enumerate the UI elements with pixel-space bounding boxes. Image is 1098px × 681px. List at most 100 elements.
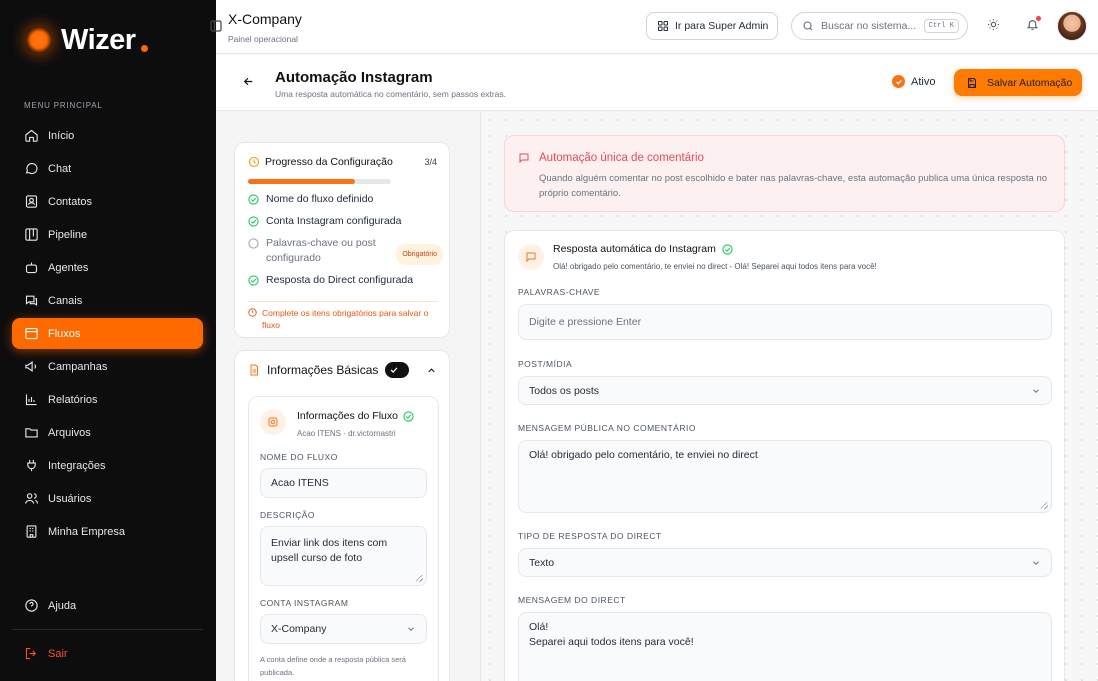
sidebar-item-fluxos[interactable]: Fluxos [12, 318, 203, 349]
checklist-label: Nome do fluxo definido [266, 193, 374, 205]
resize-handle[interactable] [1041, 502, 1048, 509]
progress-bar-fill [248, 179, 356, 184]
description-field[interactable]: Enviar link dos itens com upsell curso d… [260, 526, 427, 586]
check-circle-icon [722, 243, 733, 255]
back-arrow-icon[interactable] [242, 75, 255, 88]
sidebar-item-contatos[interactable]: Contatos [12, 186, 203, 217]
check-circle-icon [403, 410, 414, 422]
user-avatar[interactable] [1057, 11, 1087, 41]
sidebar-bottom: Ajuda [12, 590, 203, 623]
status-label: Ativo [911, 75, 936, 88]
super-admin-label: Ir para Super Admin [675, 20, 769, 32]
chevron-up-icon[interactable] [426, 365, 437, 376]
progress-title: Progresso da Configuração [265, 156, 393, 168]
sidebar-item-agentes[interactable]: Agentes [12, 252, 203, 283]
sidebar-toggle-icon[interactable] [210, 19, 222, 33]
sidebar-item-label: Canais [48, 294, 83, 307]
auto-response-title: Resposta automática do Instagram [553, 243, 733, 255]
search-placeholder: Buscar no sistema... [821, 20, 917, 32]
super-admin-button[interactable]: Ir para Super Admin [646, 12, 778, 40]
progress-card: Progresso da Configuração 3/4 Nome do fl… [234, 142, 450, 338]
checklist-item: Palavras-chave ou post configurado Obrig… [248, 236, 443, 266]
sidebar-item-label: Usuários [48, 492, 92, 505]
direct-type-select[interactable]: Texto [518, 548, 1052, 577]
direct-type-value: Texto [529, 556, 555, 569]
chevron-down-icon [1033, 560, 1039, 565]
basic-info-header[interactable]: Informações Básicas [248, 362, 410, 378]
direct-message-value: Olá! Separei aqui todos itens para você! [529, 621, 694, 648]
checklist: Nome do fluxo definido Conta Instagram c… [248, 192, 443, 295]
checklist-label: Resposta do Direct configurada [266, 274, 414, 286]
sidebar-item-campanhas[interactable]: Campanhas [12, 351, 203, 382]
wizer-logo[interactable]: Wizer [26, 22, 148, 58]
instagram-account-select[interactable]: X-Company [260, 614, 427, 644]
check-circle-icon [248, 216, 259, 227]
sidebar-item-label: Fluxos [48, 327, 81, 340]
page-title: Automação Instagram [275, 69, 433, 86]
plug-icon [27, 459, 36, 472]
page-subtitle: Uma resposta automática no comentário, s… [275, 89, 507, 99]
pipeline-icon [25, 228, 38, 241]
check-circle-icon [892, 75, 905, 88]
logout-button[interactable]: Sair [12, 638, 203, 669]
public-message-field[interactable]: Olá! obrigado pelo comentário, te enviei… [518, 440, 1052, 513]
chart-icon [25, 394, 37, 406]
save-automation-button[interactable]: Salvar Automação [954, 69, 1082, 96]
grid-icon [658, 21, 668, 31]
page-header: Automação Instagram Uma resposta automát… [216, 55, 1098, 111]
instagram-account-label: CONTA INSTAGRAM [260, 598, 349, 608]
logo-dot [140, 44, 148, 52]
instagram-account-hint: A conta define onde a resposta pública s… [260, 655, 406, 677]
keywords-input[interactable]: Digite e pressione Enter [518, 304, 1052, 340]
instagram-account-value: X-Company [271, 623, 327, 635]
sidebar-item-label: Contatos [48, 195, 93, 208]
logo-text: Wizer [61, 23, 136, 56]
sidebar-item-label: Minha Empresa [48, 525, 126, 538]
flow-name-value: Acao ITENS [271, 477, 329, 489]
sidebar-item-inicio[interactable]: Início [12, 120, 203, 151]
flow-info-subtitle: Acao ITENS - dr.victornastri [297, 429, 396, 438]
flow-name-field[interactable]: Acao ITENS [260, 468, 427, 498]
complete-check-icon [385, 362, 410, 378]
notification-dot [1036, 16, 1041, 21]
sidebar-item-usuarios[interactable]: Usuários [12, 483, 203, 514]
check-circle-icon [248, 194, 259, 205]
sidebar-item-label: Arquivos [48, 426, 91, 439]
sidebar-item-label: Ajuda [48, 599, 77, 612]
sidebar-item-ajuda[interactable]: Ajuda [12, 590, 203, 621]
alert-circle-icon [248, 308, 257, 317]
clock-icon [248, 156, 260, 168]
alert-title: Automação única de comentário [539, 152, 704, 164]
left-column: Progresso da Configuração 3/4 Nome do fl… [216, 112, 481, 681]
sidebar-item-minha-empresa[interactable]: Minha Empresa [12, 516, 203, 547]
required-badge: Obrigatório [396, 244, 443, 265]
sidebar-item-label: Agentes [48, 261, 89, 274]
sidebar-item-arquivos[interactable]: Arquivos [12, 417, 203, 448]
public-message-label: MENSAGEM PÚBLICA NO COMENTÁRIO [518, 423, 696, 433]
chat-icon [25, 163, 38, 175]
sidebar-logout-wrap: Sair [12, 638, 203, 671]
sidebar-item-label: Pipeline [48, 228, 88, 241]
document-icon [250, 364, 258, 376]
sidebar-item-pipeline[interactable]: Pipeline [12, 219, 203, 250]
channels-icon [25, 295, 38, 306]
post-media-select[interactable]: Todos os posts [518, 376, 1052, 405]
sun-icon[interactable] [987, 18, 1000, 31]
keywords-label: PALAVRAS-CHAVE [518, 287, 601, 297]
search-input[interactable]: Buscar no sistema... Ctrl K [791, 12, 968, 40]
sidebar-item-chat[interactable]: Chat [12, 153, 203, 184]
resize-handle[interactable] [416, 575, 423, 582]
direct-message-field[interactable]: Olá! Separei aqui todos itens para você! [518, 612, 1052, 681]
top-bar: X-Company Painel operacional Ir para Sup… [210, 0, 1098, 54]
message-square-icon [518, 244, 544, 270]
sidebar-item-relatorios[interactable]: Relatórios [12, 384, 203, 415]
checklist-label: Palavras-chave ou post configurado [266, 237, 376, 264]
sidebar-item-integracoes[interactable]: Integrações [12, 450, 203, 481]
progress-count: 3/4 [424, 157, 437, 167]
auto-response-card: Resposta automática do Instagram Olá! ob… [504, 230, 1065, 681]
instagram-icon [260, 409, 286, 435]
sidebar-item-canais[interactable]: Canais [12, 285, 203, 316]
checklist-item: Conta Instagram configurada [248, 214, 443, 229]
company-name: X-Company [228, 11, 302, 27]
status-toggle[interactable]: Ativo [892, 75, 935, 88]
